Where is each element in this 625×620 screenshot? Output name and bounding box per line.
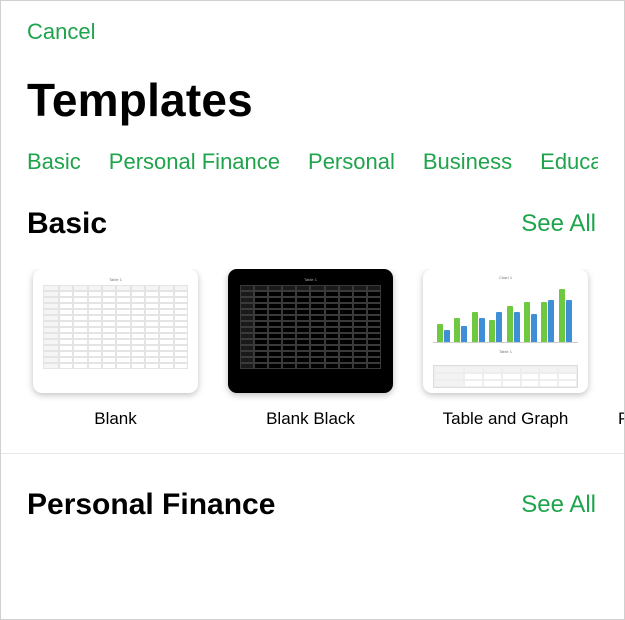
section-personal-finance: Personal Finance See All: [1, 462, 624, 550]
tab-personal-finance[interactable]: Personal Finance: [109, 149, 280, 175]
template-blank-black-thumb: Table 1: [228, 269, 393, 393]
tab-personal[interactable]: Personal: [308, 149, 395, 175]
tab-business[interactable]: Business: [423, 149, 512, 175]
template-chooser: Cancel Templates Basic Personal Finance …: [0, 0, 625, 620]
tab-education[interactable]: Education: [540, 149, 598, 175]
template-pivot[interactable]: Pivot Table Pivot Table: [618, 269, 624, 429]
page-title: Templates: [27, 73, 598, 127]
template-table-and-graph-label: Table and Graph: [443, 409, 569, 429]
see-all-basic-button[interactable]: See All: [521, 210, 596, 238]
template-blank-black[interactable]: Table 1 Blank Black: [228, 269, 393, 429]
section-basic-header: Basic See All: [1, 207, 624, 241]
spreadsheet-grid-icon: [43, 285, 188, 369]
mini-table-icon: [433, 365, 578, 388]
bar-chart-icon: [433, 283, 578, 343]
see-all-personal-finance-button[interactable]: See All: [521, 491, 596, 519]
template-blank[interactable]: Table 1 Blank: [33, 269, 198, 429]
section-personal-finance-title: Personal Finance: [27, 488, 275, 522]
spreadsheet-grid-dark-icon: [240, 285, 381, 369]
tab-basic[interactable]: Basic: [27, 149, 81, 175]
thumb-graph-table-title: Table 1: [433, 349, 578, 354]
header: Cancel Templates Basic Personal Finance …: [1, 1, 624, 185]
template-pivot-label: Pivot Table: [618, 409, 624, 429]
section-divider: [1, 453, 624, 454]
template-blank-thumb: Table 1: [33, 269, 198, 393]
template-table-and-graph[interactable]: Chart 1 Table 1 Table and Graph: [423, 269, 588, 429]
template-blank-label: Blank: [94, 409, 137, 429]
template-table-and-graph-thumb: Chart 1 Table 1: [423, 269, 588, 393]
template-blank-black-label: Blank Black: [266, 409, 355, 429]
cancel-button[interactable]: Cancel: [27, 19, 95, 45]
category-tabs: Basic Personal Finance Personal Business…: [27, 149, 598, 185]
thumb-graph-title: Chart 1: [433, 275, 578, 280]
thumb-blank-title: Table 1: [43, 277, 188, 282]
section-basic: Basic See All Table 1 Blank Table 1: [1, 185, 624, 453]
thumb-black-title: Table 1: [240, 277, 381, 282]
section-basic-title: Basic: [27, 207, 107, 241]
templates-row-basic[interactable]: Table 1 Blank Table 1 Blank Black: [1, 269, 624, 453]
section-personal-finance-header: Personal Finance See All: [1, 488, 624, 522]
